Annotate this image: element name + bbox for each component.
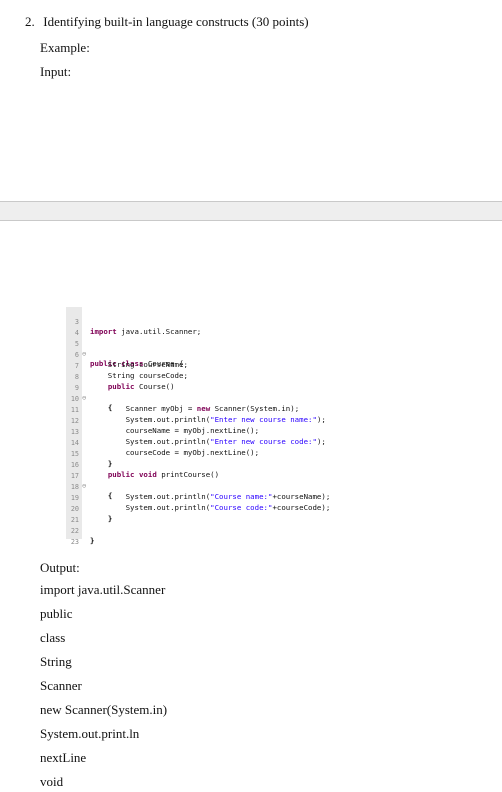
code-line: 5 ⊖ public class Course { <box>74 340 184 368</box>
page-break <box>0 201 502 221</box>
input-label: Input: <box>40 64 72 79</box>
output-label: Output: <box>40 560 80 575</box>
code-line: 10 Scanner myObj = new Scanner(System.in… <box>70 395 300 413</box>
code-line: 17 ⊖ { <box>70 472 113 500</box>
code-line: 20 } <box>70 505 113 523</box>
code-line: 12 courseName = myObj.nextLine(); <box>70 417 260 435</box>
code-line: 8 public Course() <box>74 373 175 391</box>
code-line: 18 System.out.println("Course name:"+cou… <box>70 483 331 501</box>
example-label: Example: <box>40 40 90 55</box>
question-number: 2. <box>25 14 35 29</box>
question-heading: 2. Identifying built-in language constru… <box>25 14 309 30</box>
code-line: 15 } <box>70 450 113 468</box>
code-line: 16 public void printCourse() <box>70 461 220 479</box>
code-line: 6 String courseName; <box>74 351 188 369</box>
output-item: class <box>40 630 66 645</box>
question-title: Identifying built-in language constructs… <box>43 14 309 29</box>
code-line: 21 <box>70 516 79 524</box>
code-line: 23 <box>70 538 79 546</box>
code-line: 9 ⊖ { <box>74 384 113 412</box>
code-line: 22 } <box>70 527 95 545</box>
output-item: Scanner <box>40 678 82 693</box>
output-item: nextLine <box>40 750 87 765</box>
output-item: import java.util.Scanner <box>40 582 166 597</box>
code-line: 13 System.out.println("Enter new course … <box>70 428 326 446</box>
code-line: 19 System.out.println("Course code:"+cou… <box>70 494 331 512</box>
output-item: public <box>40 606 73 621</box>
code-line: 4 <box>74 329 79 337</box>
code-line: 11 System.out.println("Enter new course … <box>70 406 326 424</box>
output-item: System.out.print.ln <box>40 726 140 741</box>
output-item: new Scanner(System.in) <box>40 702 168 717</box>
output-item: String <box>40 654 72 669</box>
output-item: void <box>40 774 64 789</box>
code-screenshot: 3 import java.util.Scanner; 4 5 ⊖ public… <box>66 307 406 546</box>
code-line: 14 courseCode = myObj.nextLine(); <box>70 439 260 457</box>
code-line: 7 String courseCode; <box>74 362 188 380</box>
code-line: 3 import java.util.Scanner; <box>74 318 202 336</box>
